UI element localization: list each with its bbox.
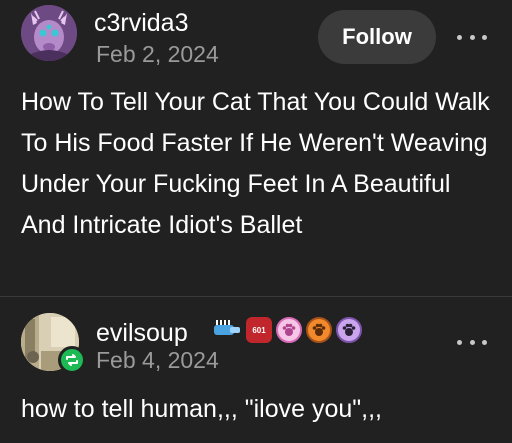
hexagon-badge-icon[interactable]: 601: [246, 317, 272, 343]
avatar[interactable]: [21, 5, 77, 61]
post-body: How To Tell Your Cat That You Could Walk…: [21, 88, 490, 239]
post-body: how to tell human,,, "ilove you",,,: [21, 395, 382, 423]
pink-paw-badge-icon[interactable]: [276, 317, 302, 343]
username[interactable]: evilsoup: [96, 319, 188, 348]
toothbrush-badge-icon[interactable]: [212, 317, 242, 343]
badge-count: 601: [252, 325, 266, 335]
post-card-1: c3rvida3 Feb 2, 2024 Follow How To Tell …: [0, 0, 512, 296]
more-options-icon[interactable]: [457, 32, 487, 42]
username[interactable]: c3rvida3: [94, 9, 189, 38]
user-badges: 601: [212, 316, 362, 344]
follow-button[interactable]: Follow: [318, 10, 436, 64]
post-date: Feb 2, 2024: [96, 41, 219, 67]
deer-avatar-icon: [21, 5, 77, 61]
orange-paw-badge-icon[interactable]: [306, 317, 332, 343]
more-options-icon[interactable]: [457, 337, 487, 347]
purple-paw-badge-icon[interactable]: [336, 317, 362, 343]
post-date: Feb 4, 2024: [96, 347, 219, 373]
